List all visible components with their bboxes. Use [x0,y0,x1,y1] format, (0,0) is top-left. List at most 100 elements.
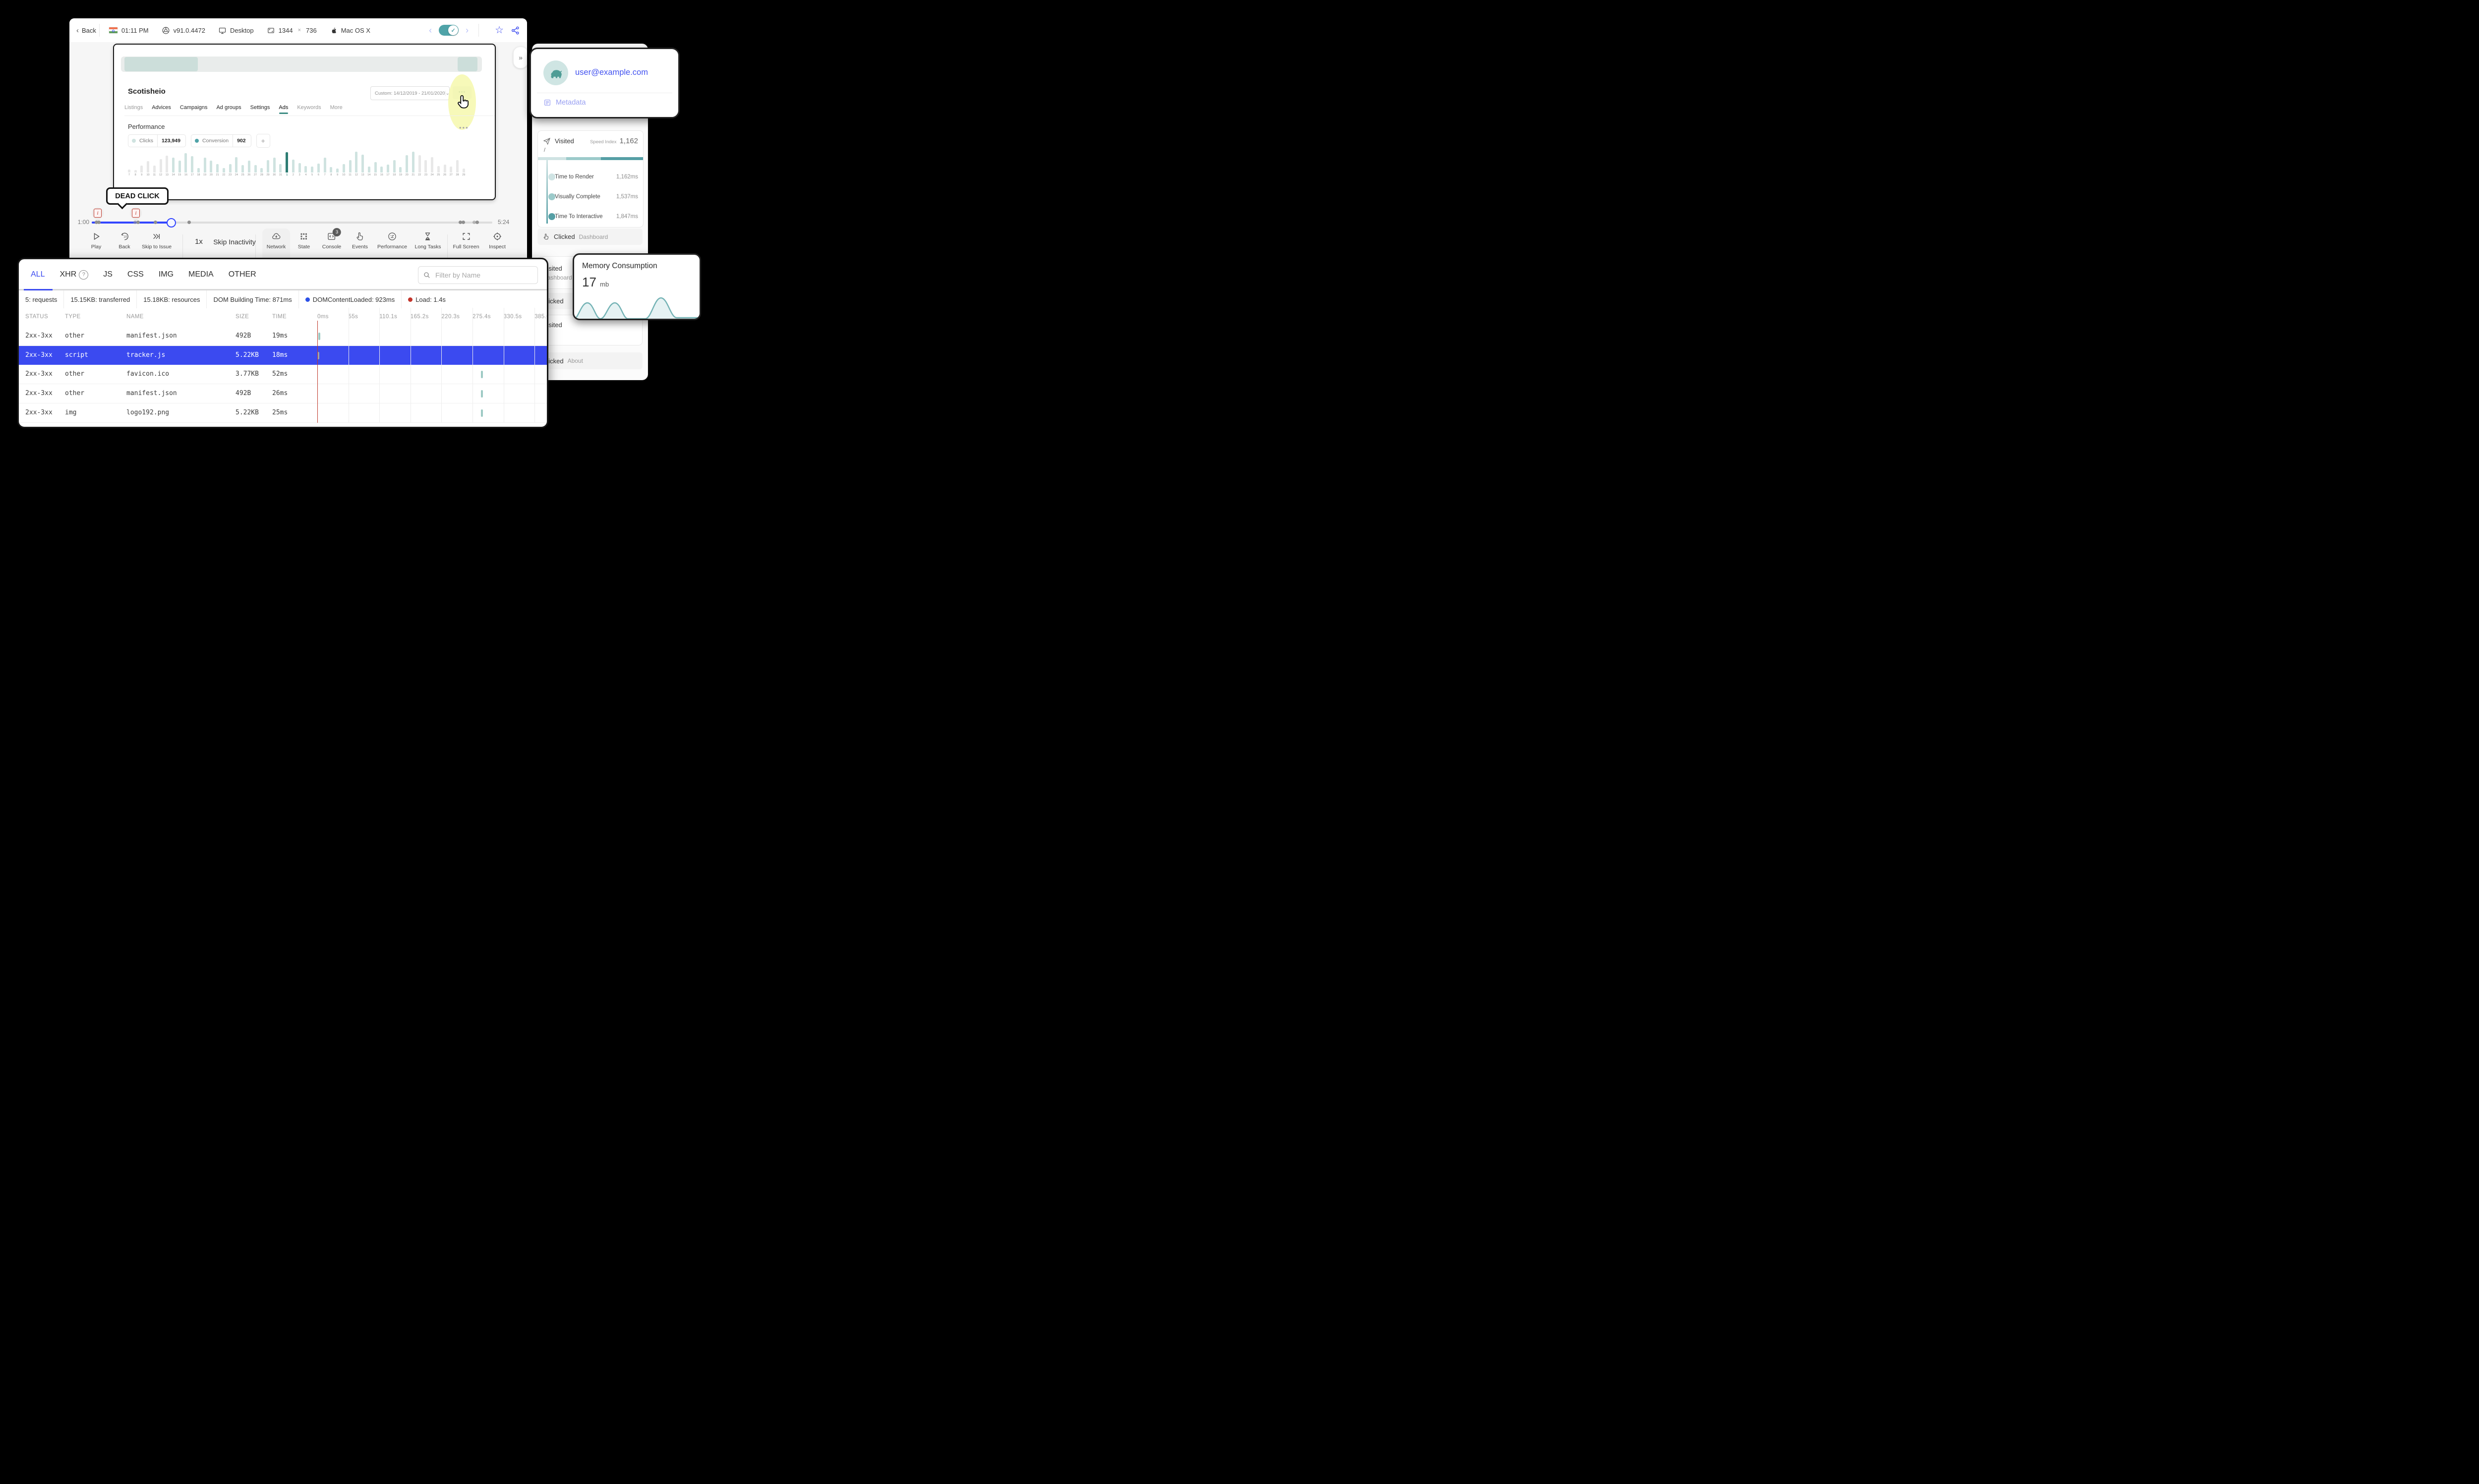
chart-tick-label: 12 [354,173,358,176]
visited-metrics-card[interactable]: Visited Speed Index 1,162 / Time to Rend… [537,130,644,228]
network-row[interactable]: 2xx-3xx other manifest.json 492B 26ms [19,384,547,403]
full-screen-button[interactable]: Full Screen [453,231,479,250]
cell-size: 5.22KB [236,351,259,359]
cell-size: 492B [236,390,251,397]
metadata-button[interactable]: Metadata [543,99,586,107]
timeline-track[interactable] [92,218,492,228]
issue-marker[interactable]: i [89,205,106,222]
autoplay-toggle[interactable]: ✓ [439,25,459,36]
chart-tick-label: 16 [184,173,188,176]
issue-marker[interactable]: i [127,205,144,222]
network-tab-css[interactable]: CSS [127,270,144,279]
network-tab-xhr[interactable]: XHR? [59,270,89,280]
section-more-icon[interactable]: ••• [459,124,469,131]
chart-bar [386,165,389,172]
site-tab-settings[interactable]: Settings [250,105,270,113]
network-row[interactable]: 2xx-3xx other manifest.json 492B 19ms [19,327,547,346]
chart-bar [374,162,377,172]
event-clicked-dashboard[interactable]: Clicked Dashboard [537,228,643,245]
site-tab-ads[interactable]: Ads [279,105,288,113]
network-tab-img[interactable]: IMG [159,270,174,279]
chart-bar [462,169,465,172]
network-tab-js[interactable]: JS [103,270,113,279]
os: Mac OS X [330,26,370,35]
add-metric-button[interactable]: + [256,134,270,148]
prev-session-button[interactable]: ‹ [429,25,432,36]
site-tab-campaigns[interactable]: Campaigns [180,105,208,113]
chart-bar [317,164,320,172]
site-tab-ad-groups[interactable]: Ad groups [216,105,241,113]
events-panel-button[interactable]: Events [352,231,368,250]
network-panel-button[interactable]: Network [267,231,286,250]
network-row[interactable]: 2xx-3xx img logo192.png 5.22KB 25ms [19,403,547,423]
help-icon[interactable]: ? [79,270,89,280]
chart-bar [241,165,244,172]
site-tab-advices[interactable]: Advices [152,105,171,113]
chart-bar [127,170,130,172]
hand-click-icon [542,233,550,240]
network-tab-media[interactable]: MEDIA [188,270,214,279]
chart-tick-label: 20 [209,173,213,176]
next-session-button[interactable]: › [466,25,469,36]
inspect-button[interactable]: Inspect [489,231,506,250]
user-email[interactable]: user@example.com [575,68,648,77]
chart-tick-label: 24 [235,173,238,176]
site-tab-more[interactable]: More [330,105,343,113]
date-range-select[interactable]: Custom: 14/12/2019 - 21/01/2020 ⌄ [370,86,450,100]
memory-sparkline [574,297,700,319]
search-icon [423,271,431,279]
chart-tick-label: 17 [386,173,390,176]
apple-icon [330,26,338,35]
play-button[interactable]: Play [91,231,101,250]
timeline-progress [92,222,170,224]
conversion-chip[interactable]: Conversion 902 [190,134,251,147]
performance-panel-button[interactable]: Performance [377,231,407,250]
site-tab-listings[interactable]: Listings [124,105,143,113]
clicks-chip[interactable]: Clicks 123,949 [128,134,186,147]
favorite-star-icon[interactable]: ☆ [495,25,504,35]
paper-plane-icon [543,137,551,145]
chart-bar [323,158,326,172]
event-clicked-about[interactable]: Clicked About [537,352,643,369]
chart-tick-label: 31 [279,173,283,176]
console-panel-button[interactable]: 3 Console [322,228,341,250]
divider [63,290,64,308]
skip-inactivity-button[interactable]: Skip Inactivity [213,238,256,246]
skip-to-issue-button[interactable]: Skip to Issue [142,231,172,250]
collapse-panel-button[interactable]: » [513,47,527,68]
share-icon[interactable] [511,26,520,35]
network-row[interactable]: 2xx-3xx script tracker.js 5.22KB 18ms [19,346,547,365]
chart-tick-label: 15 [373,173,377,176]
chart-tick-label: 25 [241,173,244,176]
back-button[interactable]: ‹ Back [76,26,96,35]
metric-row-time-to-render: Time to Render 1,162ms [543,167,638,187]
divider [401,290,402,308]
back-10s-button[interactable]: 10 Back [118,231,130,250]
table-body: 2xx-3xx other manifest.json 492B 19ms 2xx-3xx… [19,327,547,423]
cell-size: 3.77KB [236,370,259,378]
stat-item: DOMContentLoaded: 923ms [305,296,395,303]
network-row[interactable]: 2xx-3xx other favicon.ico 3.77KB 52ms [19,365,547,384]
network-tab-other[interactable]: OTHER [229,270,256,279]
chart-bar [367,166,370,172]
chart-tick-label: 22 [418,173,421,176]
chart-bar [342,164,345,172]
waterfall-bar [481,409,483,417]
state-panel-button[interactable]: State [298,231,310,250]
filter-box[interactable] [418,266,538,284]
chart-tick-label: 23 [424,173,427,176]
cell-name: tracker.js [126,351,166,359]
chart-tick-label: 18 [197,173,200,176]
metric-dot-icon [548,173,555,180]
device-type: Desktop [218,26,254,35]
chart-bar [355,152,358,172]
filter-input[interactable] [434,271,533,280]
timeline-playhead[interactable] [167,218,176,228]
chart-tick-label: 14 [367,173,371,176]
site-tab-keywords[interactable]: Keywords [297,105,321,113]
playback-speed-button[interactable]: 1x [195,237,203,246]
country-flag-icon [108,27,118,34]
long-tasks-panel-button[interactable]: Long Tasks [415,231,441,250]
chart-bar [412,151,414,172]
network-tab-all[interactable]: ALL [31,270,45,279]
